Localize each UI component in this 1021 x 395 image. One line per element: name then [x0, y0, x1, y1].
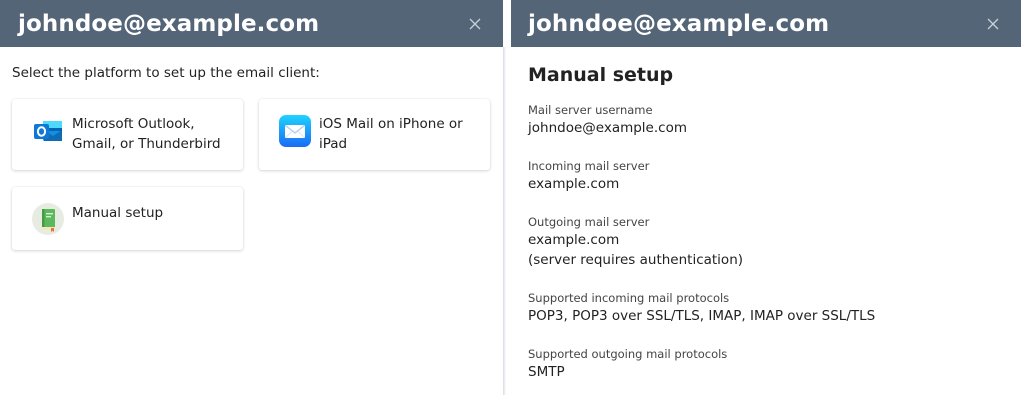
outgoing-protocols-field: Supported outgoing mail protocols SMTP	[528, 346, 727, 382]
field-value: example.com	[528, 176, 620, 192]
panel-divider-shadow	[503, 47, 506, 395]
manual-setup-option-label: Manual setup	[72, 205, 164, 221]
field-note: (server requires authentication)	[528, 252, 744, 268]
field-label: Incoming mail server	[528, 159, 650, 173]
field-label: Supported outgoing mail protocols	[528, 347, 728, 361]
panel-title: johndoe@example.com	[528, 10, 830, 37]
field-value: johndoe@example.com	[528, 120, 687, 136]
incoming-server-field: Incoming mail server example.com	[528, 158, 649, 194]
panel-header: johndoe@example.com	[0, 0, 503, 47]
panel-header: johndoe@example.com	[511, 0, 1021, 47]
outlook-icon	[32, 115, 64, 147]
close-icon[interactable]	[982, 13, 1004, 35]
ios-mail-icon	[279, 115, 311, 147]
outgoing-server-field: Outgoing mail server example.com (server…	[528, 214, 743, 270]
close-icon[interactable]	[464, 13, 486, 35]
intro-text: Select the platform to set up the email …	[12, 65, 320, 81]
field-label: Outgoing mail server	[528, 215, 650, 229]
field-label: Mail server username	[528, 103, 653, 117]
panel-title: johndoe@example.com	[18, 10, 320, 37]
outlook-option-card[interactable]: Microsoft Outlook, Gmail, or Thunderbird	[12, 99, 243, 170]
manual-setup-panel: johndoe@example.com Manual setup Mail se…	[511, 0, 1021, 395]
field-label: Supported incoming mail protocols	[528, 291, 730, 305]
book-icon	[32, 203, 64, 235]
outlook-option-label: Microsoft Outlook, Gmail, or Thunderbird	[72, 116, 221, 152]
username-field: Mail server username johndoe@example.com	[528, 102, 687, 138]
ios-mail-option-label: iOS Mail on iPhone or iPad	[319, 116, 463, 152]
manual-setup-heading: Manual setup	[528, 64, 674, 86]
field-value: SMTP	[528, 364, 565, 380]
field-value: example.com	[528, 232, 620, 248]
incoming-protocols-field: Supported incoming mail protocols POP3, …	[528, 290, 875, 326]
manual-setup-option-card[interactable]: Manual setup	[12, 187, 243, 250]
ios-mail-option-card[interactable]: iOS Mail on iPhone or iPad	[259, 99, 490, 170]
platform-select-panel: johndoe@example.com Select the platform …	[0, 0, 503, 395]
field-value: POP3, POP3 over SSL/TLS, IMAP, IMAP over…	[528, 308, 876, 324]
